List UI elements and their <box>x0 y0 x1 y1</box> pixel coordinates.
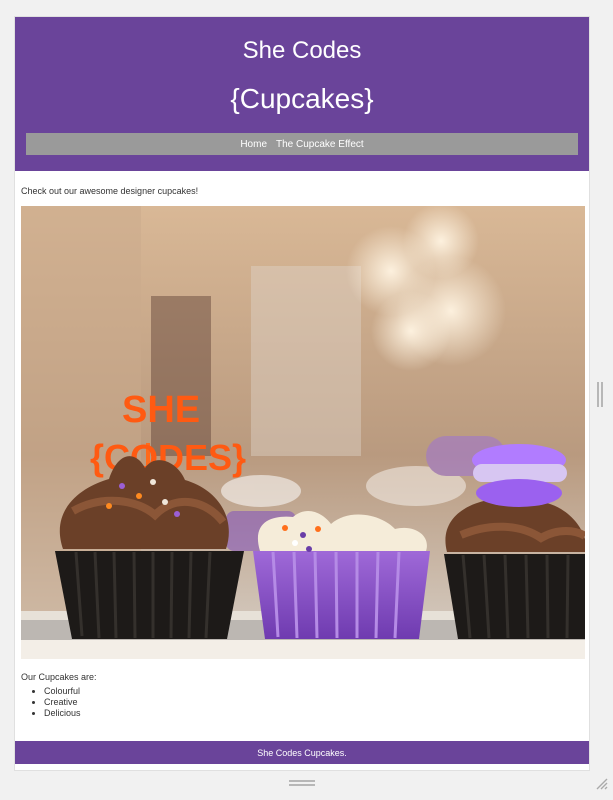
site-header: She Codes {Cupcakes} Home The Cupcake Ef… <box>15 17 589 171</box>
footer-text: She Codes Cupcakes. <box>257 747 347 758</box>
intro-text: Check out our awesome designer cupcakes! <box>21 186 199 196</box>
vertical-resize-grip-icon[interactable] <box>597 382 603 407</box>
nav-link-home[interactable]: Home <box>240 139 267 150</box>
list-item: Colourful <box>44 686 583 697</box>
topper-text-1: SHE <box>122 389 200 431</box>
site-title: She Codes <box>242 37 362 64</box>
main-nav: Home The Cupcake Effect <box>26 133 578 155</box>
main-content: Check out our awesome designer cupcakes! <box>15 186 589 719</box>
list-item: Delicious <box>44 708 583 719</box>
site-subtitle: {Cupcakes} <box>230 83 374 114</box>
cupcakes-list-heading: Our Cupcakes are: <box>21 672 97 682</box>
page-frame: She Codes {Cupcakes} Home The Cupcake Ef… <box>14 16 590 771</box>
horizontal-resize-grip-icon[interactable] <box>289 780 315 786</box>
site-footer: She Codes Cupcakes. <box>15 741 589 764</box>
corner-resize-grip-icon[interactable] <box>594 776 608 790</box>
cupcakes-photo: SHE {CODES} <box>21 206 585 659</box>
nav-link-cupcake-effect[interactable]: The Cupcake Effect <box>276 139 364 150</box>
list-item: Creative <box>44 697 583 708</box>
cupcakes-illustration: SHE {CODES} <box>21 206 585 659</box>
middle-cupcake <box>253 511 430 639</box>
cupcake-features-list: Colourful Creative Delicious <box>21 686 583 719</box>
